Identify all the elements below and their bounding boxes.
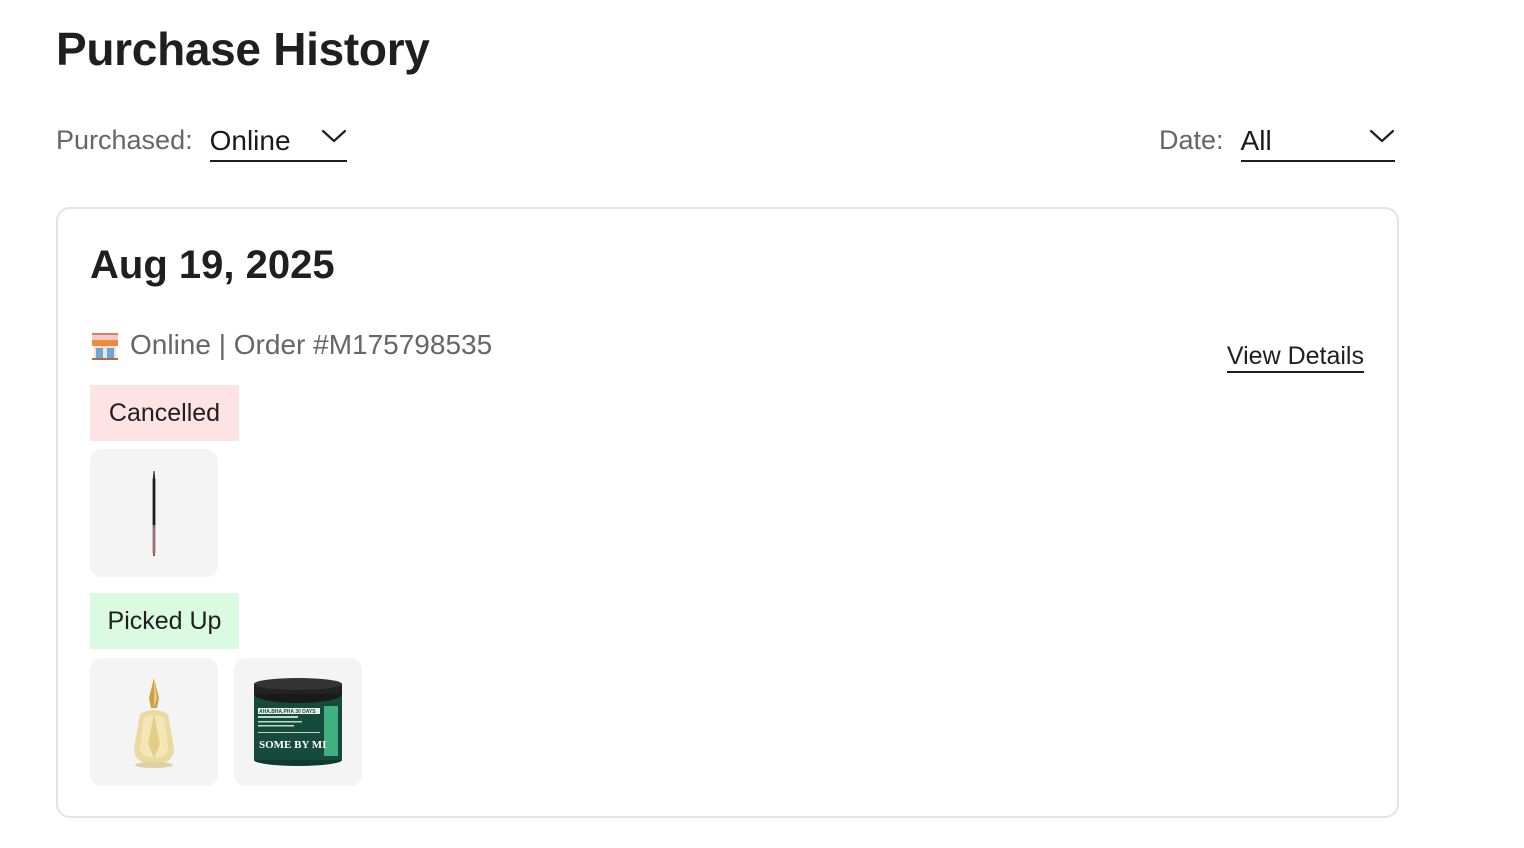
chevron-down-icon xyxy=(321,129,346,143)
product-thumbnail-eyeliner[interactable] xyxy=(90,449,218,577)
skincare-jar-label-text: AHA.BHA.PHA 30 DAYS xyxy=(259,709,316,715)
status-badge-cancelled: Cancelled xyxy=(90,385,239,441)
product-thumbnail-skincare[interactable]: AHA.BHA.PHA 30 DAYS SOME BY MI xyxy=(234,658,362,786)
order-card: Aug 19, 2025 Online | Order #M175798535 … xyxy=(56,207,1399,818)
page-title: Purchase History xyxy=(56,23,430,75)
eyeliner-pencil-product-image xyxy=(152,471,156,556)
status-badge-picked-up: Picked Up xyxy=(90,593,239,649)
chevron-down-icon xyxy=(1369,129,1394,143)
skincare-jar-brand-text: SOME BY MI xyxy=(259,739,326,751)
purchased-select-value: Online xyxy=(209,125,291,156)
purchased-select[interactable]: Online xyxy=(209,122,347,162)
perfume-bottle-product-image xyxy=(134,678,174,768)
purchase-history-page: Purchase History Purchased: Online Date:… xyxy=(0,0,1524,848)
order-date: Aug 19, 2025 xyxy=(90,243,335,287)
view-details-link[interactable]: View Details xyxy=(1226,341,1364,373)
order-meta: Online | Order #M175798535 xyxy=(90,329,492,361)
date-filter: Date: All xyxy=(1159,118,1395,162)
purchased-filter: Purchased: Online xyxy=(56,118,347,162)
order-meta-text: Online | Order #M175798535 xyxy=(130,329,493,360)
date-select-value: All xyxy=(1240,125,1272,156)
date-filter-label: Date: xyxy=(1159,125,1224,155)
skincare-jar-product-image: AHA.BHA.PHA 30 DAYS SOME BY MI xyxy=(254,678,342,766)
date-select[interactable]: All xyxy=(1240,122,1395,162)
purchased-filter-label: Purchased: xyxy=(56,125,193,155)
store-icon xyxy=(92,333,118,360)
product-thumbnail-perfume[interactable] xyxy=(90,658,218,786)
